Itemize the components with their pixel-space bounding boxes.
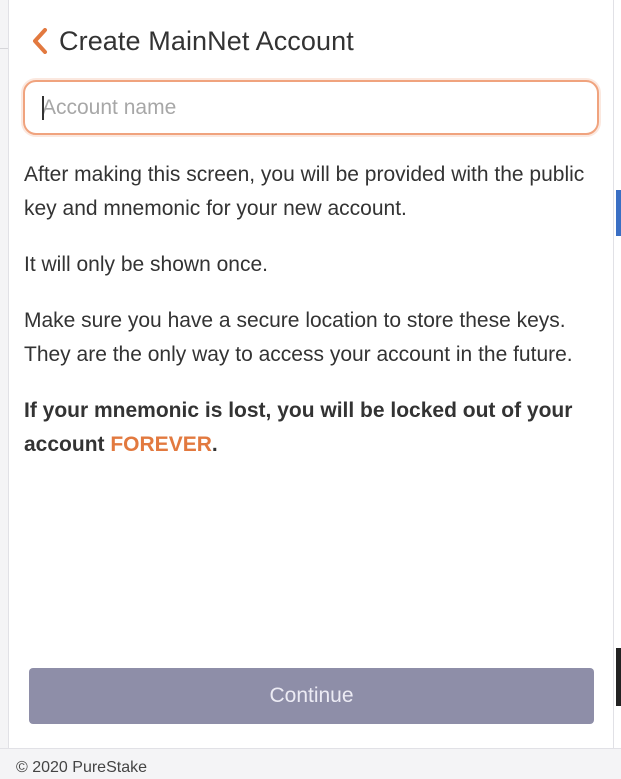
warning-suffix: .: [211, 433, 218, 456]
mnemonic-warning: If your mnemonic is lost, you will be lo…: [24, 394, 594, 462]
panel-header: Create MainNet Account: [29, 22, 354, 60]
warning-text: If your mnemonic is lost, you will be lo…: [24, 399, 573, 456]
page-title: Create MainNet Account: [59, 25, 354, 56]
background-accent-mark: [616, 190, 621, 236]
warning-emphasis: FOREVER: [110, 433, 212, 456]
chevron-left-icon[interactable]: [29, 26, 51, 56]
page: Create MainNet Account After making this…: [0, 0, 621, 779]
continue-button[interactable]: Continue: [29, 668, 594, 724]
footer: © 2020 PureStake: [0, 748, 621, 779]
copyright-text: © 2020 PureStake: [16, 759, 147, 776]
background-dark-mark: [616, 648, 621, 706]
create-account-panel: Create MainNet Account After making this…: [8, 0, 614, 748]
instructions: After making this screen, you will be pr…: [24, 158, 594, 484]
account-name-input[interactable]: [25, 82, 597, 133]
background-divider: [0, 48, 8, 49]
instruction-paragraph-1: After making this screen, you will be pr…: [24, 163, 585, 220]
instruction-paragraph-2: It will only be shown once.: [24, 253, 268, 276]
account-name-field[interactable]: [23, 80, 599, 135]
text-caret: [42, 96, 44, 120]
instruction-paragraph-3: Make sure you have a secure location to …: [24, 309, 573, 366]
